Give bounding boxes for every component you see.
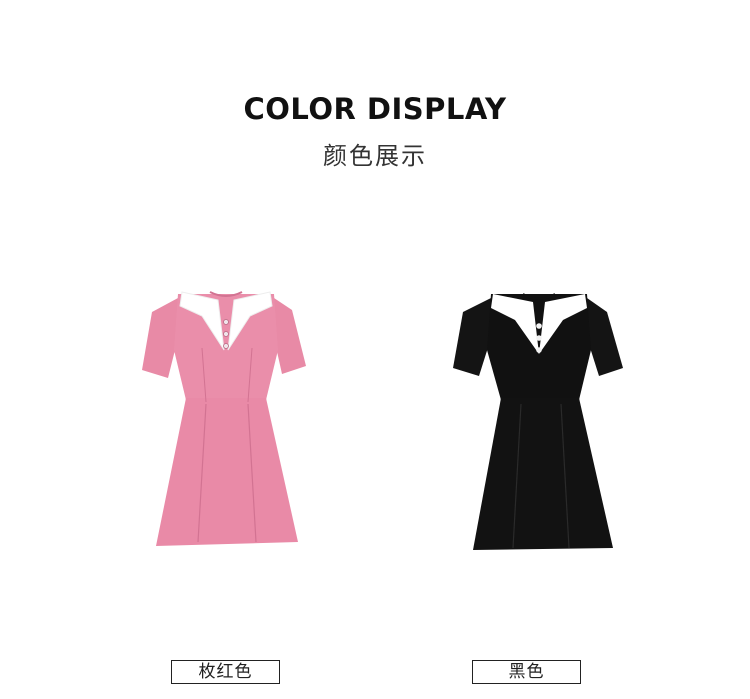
color-label-black: 黑色 xyxy=(472,660,581,684)
black-dress-illustration xyxy=(453,293,623,550)
dress-skirt xyxy=(473,398,613,550)
section-title-english: COLOR DISPLAY xyxy=(243,92,507,126)
black-dress-image[interactable] xyxy=(419,272,659,572)
right-sleeve xyxy=(274,298,306,374)
left-sleeve xyxy=(142,298,178,378)
button-dot xyxy=(536,347,542,353)
left-sleeve xyxy=(453,298,491,376)
color-label-pink: 枚红色 xyxy=(171,660,280,684)
button-dot xyxy=(223,319,229,325)
color-display-page: COLOR DISPLAY 颜色展示 枚红色 黑色 xyxy=(0,0,750,699)
button-dot xyxy=(536,335,542,341)
button-dot xyxy=(536,323,542,329)
section-title-chinese: 颜色展示 xyxy=(323,142,427,170)
pink-dress-image[interactable] xyxy=(106,270,346,570)
button-dot xyxy=(223,331,229,337)
right-sleeve xyxy=(587,298,623,376)
pink-dress-illustration xyxy=(142,291,306,546)
dress-skirt xyxy=(156,398,298,546)
button-dot xyxy=(223,343,229,349)
